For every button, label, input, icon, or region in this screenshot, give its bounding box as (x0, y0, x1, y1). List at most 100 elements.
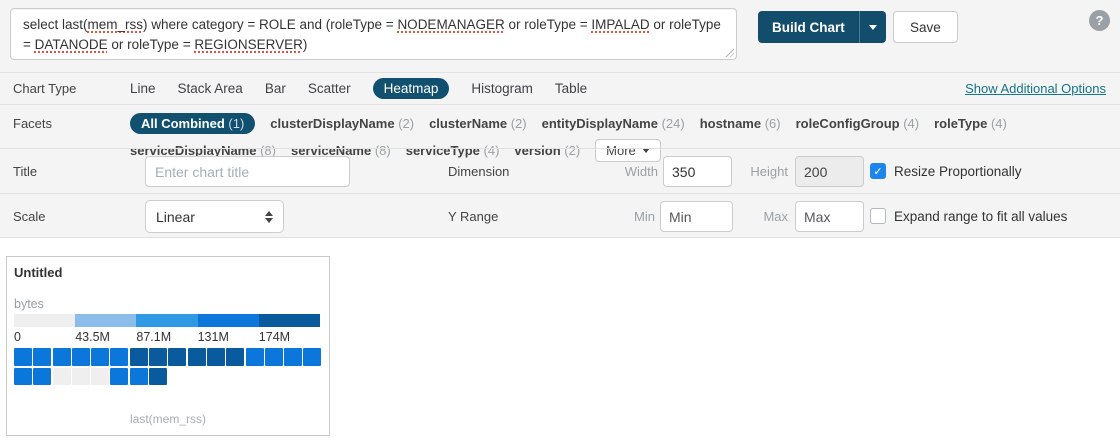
height-label: Height (708, 164, 788, 179)
heatmap-cell (14, 348, 32, 366)
chart-type-option-table[interactable]: Table (555, 81, 587, 96)
facet-option-entitydisplayname[interactable]: entityDisplayName (24) (542, 116, 685, 131)
heatmap-cell (130, 368, 148, 386)
legend-segment (259, 314, 320, 327)
dimension-label: Dimension (448, 164, 509, 179)
query-token: ) (303, 37, 308, 52)
legend-segment (198, 314, 259, 327)
scale-select[interactable]: Linear (145, 200, 284, 233)
heatmap-cell (14, 368, 32, 386)
query-input[interactable]: select last(mem_rss) where category = RO… (10, 8, 737, 60)
heatmap-cell (188, 348, 206, 366)
heatmap-cell (265, 348, 283, 366)
scale-row: Scale Linear Y Range Min Max Expand rang… (0, 193, 1120, 238)
chart-type-label: Chart Type (0, 81, 130, 96)
chart-type-option-heatmap[interactable]: Heatmap (373, 78, 450, 99)
query-token: IMPALAD (591, 17, 649, 32)
legend-tick-label: 87.1M (136, 330, 171, 344)
heatmap-cell (91, 348, 109, 366)
title-row: Title Dimension Width Height ✓ Resize Pr… (0, 148, 1120, 193)
chart-type-option-line[interactable]: Line (130, 81, 156, 96)
heatmap-legend-ticks: 0 43.5M 87.1M 131M 174M (14, 330, 320, 345)
legend-tick-label: 174M (259, 330, 290, 344)
query-token: or roleType = (108, 37, 195, 52)
facet-option-roleconfiggroup[interactable]: roleConfigGroup (4) (796, 116, 920, 131)
title-label: Title (0, 164, 130, 179)
width-label: Width (613, 164, 658, 179)
query-token: DATANODE (35, 37, 108, 52)
chart-title: Untitled (14, 265, 62, 280)
heatmap-row (14, 368, 321, 386)
show-additional-options-link[interactable]: Show Additional Options (965, 81, 1106, 96)
build-chart-button[interactable]: Build Chart (758, 11, 859, 43)
chart-type-row: Chart Type Line Stack Area Bar Scatter Heatm… (0, 72, 1120, 104)
heatmap-cell (72, 368, 90, 386)
facet-option-clusterdisplayname[interactable]: clusterDisplayName (2) (270, 116, 414, 131)
chart-type-options: Line Stack Area Bar Scatter Heatmap Histogram… (130, 78, 587, 99)
chart-title-input[interactable] (145, 156, 350, 187)
expand-range-label: Expand range to fit all values (894, 209, 1067, 224)
heatmap-cell (226, 348, 244, 366)
heatmap-cell (149, 368, 167, 386)
query-token: REGIONSERVER (194, 37, 303, 52)
facet-option-hostname[interactable]: hostname (6) (700, 116, 781, 131)
chart-type-option-bar[interactable]: Bar (265, 81, 286, 96)
build-chart-split-button: Build Chart (758, 11, 886, 43)
legend-segment (14, 314, 75, 327)
heatmap-legend (14, 314, 320, 327)
heatmap-cell (130, 348, 148, 366)
chart-caption: last(mem_rss) (7, 412, 329, 426)
legend-segment (136, 314, 197, 327)
heatmap-cell (72, 348, 90, 366)
min-label: Min (613, 209, 655, 224)
expand-range-checkbox[interactable] (870, 208, 886, 224)
facet-option-all-combined[interactable]: All Combined (1) (130, 113, 255, 134)
heatmap-cell (284, 348, 302, 366)
y-range-label: Y Range (448, 209, 498, 224)
heatmap-row (14, 348, 321, 366)
chart-unit-label: bytes (14, 297, 44, 311)
resize-proportionally-label: Resize Proportionally (894, 164, 1022, 179)
resize-grip-icon[interactable] (724, 47, 734, 57)
facets-row: Facets All Combined (1) clusterDisplayNam… (0, 104, 1120, 148)
heatmap-cell (110, 348, 128, 366)
heatmap-cell (91, 368, 109, 386)
chart-type-option-scatter[interactable]: Scatter (308, 81, 351, 96)
heatmap-cell (33, 368, 51, 386)
query-token: mem_rss (88, 17, 144, 32)
legend-tick-label: 43.5M (75, 330, 110, 344)
query-token: or roleType = (505, 17, 592, 32)
build-chart-dropdown-button[interactable] (859, 11, 886, 43)
height-input (795, 156, 864, 187)
max-input[interactable] (795, 201, 864, 232)
heatmap-cell (149, 348, 167, 366)
facet-option-clustername[interactable]: clusterName (2) (429, 116, 527, 131)
heatmap-cell (303, 348, 321, 366)
help-icon[interactable]: ? (1089, 10, 1110, 31)
heatmap-cell (33, 348, 51, 366)
chevron-down-icon (869, 25, 877, 30)
legend-tick-label: 131M (198, 330, 229, 344)
query-token: ) where category = ROLE and (roleType = (143, 17, 397, 32)
heatmap-cell (207, 348, 225, 366)
facets-label: Facets (0, 105, 130, 131)
heatmap-cell (110, 368, 128, 386)
query-token: NODEMANAGER (397, 17, 504, 32)
facet-option-roletype[interactable]: roleType (4) (934, 116, 1007, 131)
heatmap-cell (246, 348, 264, 366)
legend-tick-label: 0 (14, 330, 21, 344)
resize-proportionally-checkbox[interactable]: ✓ (870, 163, 886, 179)
scale-select-value: Linear (156, 209, 195, 225)
builder-panel: select last(mem_rss) where category = RO… (0, 0, 1120, 238)
heatmap-cell (53, 368, 71, 386)
chart-preview-card: Untitled bytes 0 43.5M 87.1M 131M 174M last(… (6, 256, 330, 436)
heatmap-cell (53, 348, 71, 366)
chart-type-option-histogram[interactable]: Histogram (471, 81, 533, 96)
heatmap-cell (168, 348, 186, 366)
save-button[interactable]: Save (893, 11, 958, 43)
chart-type-option-stack-area[interactable]: Stack Area (178, 81, 243, 96)
select-arrows-icon (265, 211, 273, 223)
heatmap-grid (14, 348, 321, 385)
legend-segment (75, 314, 136, 327)
query-token: select last( (23, 17, 88, 32)
